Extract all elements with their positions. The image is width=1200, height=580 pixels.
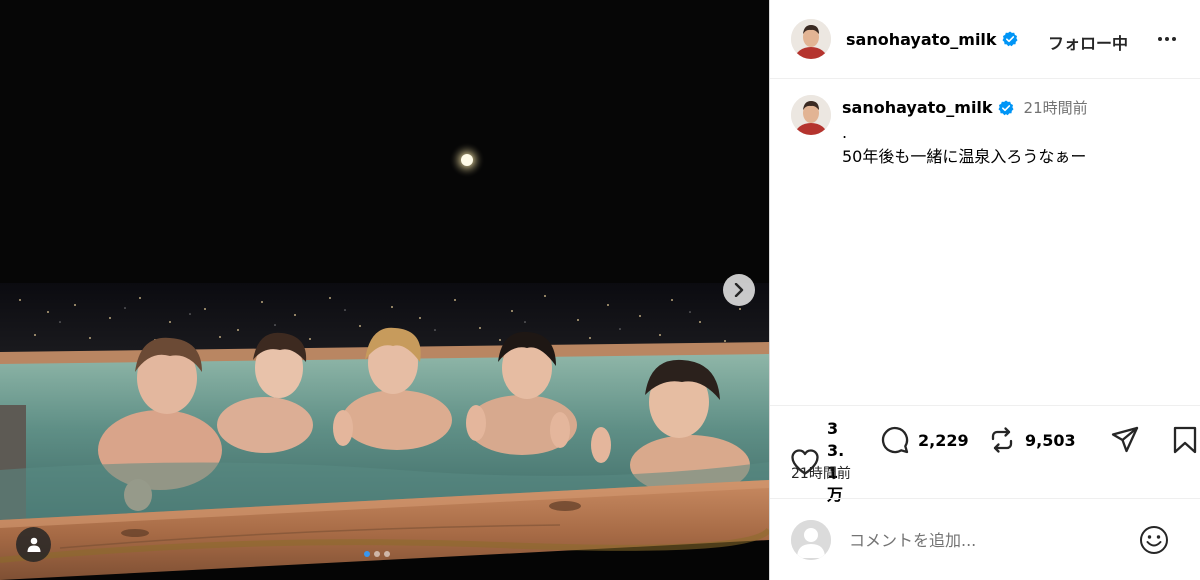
more-dot-icon	[1158, 37, 1162, 41]
repost-count[interactable]: 9,503	[1025, 430, 1076, 451]
avatar[interactable]	[791, 19, 831, 59]
default-avatar-icon	[791, 520, 831, 560]
divider	[770, 498, 1200, 499]
save-button[interactable]	[1172, 426, 1198, 454]
bookmark-icon	[1173, 426, 1197, 454]
comment-count[interactable]: 2,229	[918, 430, 969, 451]
repost-button[interactable]: 9,503	[987, 425, 1076, 455]
like-count[interactable]: 33.1万	[827, 418, 851, 506]
more-dot-icon	[1172, 37, 1176, 41]
current-user-avatar	[791, 520, 831, 560]
post-header: sanohayato_milk フォロー中	[770, 0, 1200, 79]
caption-avatar[interactable]	[791, 95, 831, 135]
carousel-dot	[374, 551, 380, 557]
caption-header: sanohayato_milk 21時間前	[842, 97, 1088, 118]
tagged-users-button[interactable]	[16, 527, 51, 562]
post-media[interactable]	[0, 0, 769, 580]
following-button[interactable]: フォロー中	[1048, 30, 1128, 54]
post-timestamp[interactable]: 21時間前	[791, 463, 851, 483]
profile-avatar-image	[791, 95, 831, 135]
verified-badge-icon	[1002, 31, 1018, 47]
comment-composer	[791, 519, 1186, 561]
caption-username[interactable]: sanohayato_milk	[842, 98, 993, 117]
comment-input[interactable]	[849, 530, 1129, 550]
comment-button[interactable]: 2,229	[880, 425, 969, 455]
share-button[interactable]	[1110, 425, 1140, 455]
chevron-right-icon	[734, 283, 744, 297]
caption-timestamp[interactable]: 21時間前	[1024, 97, 1088, 118]
divider	[770, 405, 1200, 406]
carousel-next-button[interactable]	[723, 274, 755, 306]
paper-plane-icon	[1111, 426, 1139, 453]
carousel-dot	[364, 551, 370, 557]
post-photo	[0, 0, 769, 580]
profile-avatar-image	[791, 19, 831, 59]
comment-icon	[881, 426, 909, 454]
post-side-panel: sanohayato_milk フォロー中 sanohayato_milk 21…	[770, 0, 1200, 580]
caption-text: . 50年後も一緒に温泉入ろうなぁー	[842, 123, 1087, 166]
verified-badge-icon	[998, 100, 1014, 116]
carousel-dot	[384, 551, 390, 557]
emoji-button[interactable]	[1138, 524, 1170, 556]
more-options-button[interactable]	[1152, 29, 1182, 49]
header-username[interactable]: sanohayato_milk	[846, 30, 997, 49]
post-actions: 33.1万 2,229 9,503	[790, 418, 1197, 504]
user-icon	[27, 537, 40, 552]
repost-icon	[991, 427, 1013, 453]
like-button[interactable]: 33.1万	[790, 418, 851, 506]
more-dot-icon	[1165, 37, 1169, 41]
smiley-icon	[1140, 526, 1168, 554]
carousel-indicator	[364, 551, 390, 557]
